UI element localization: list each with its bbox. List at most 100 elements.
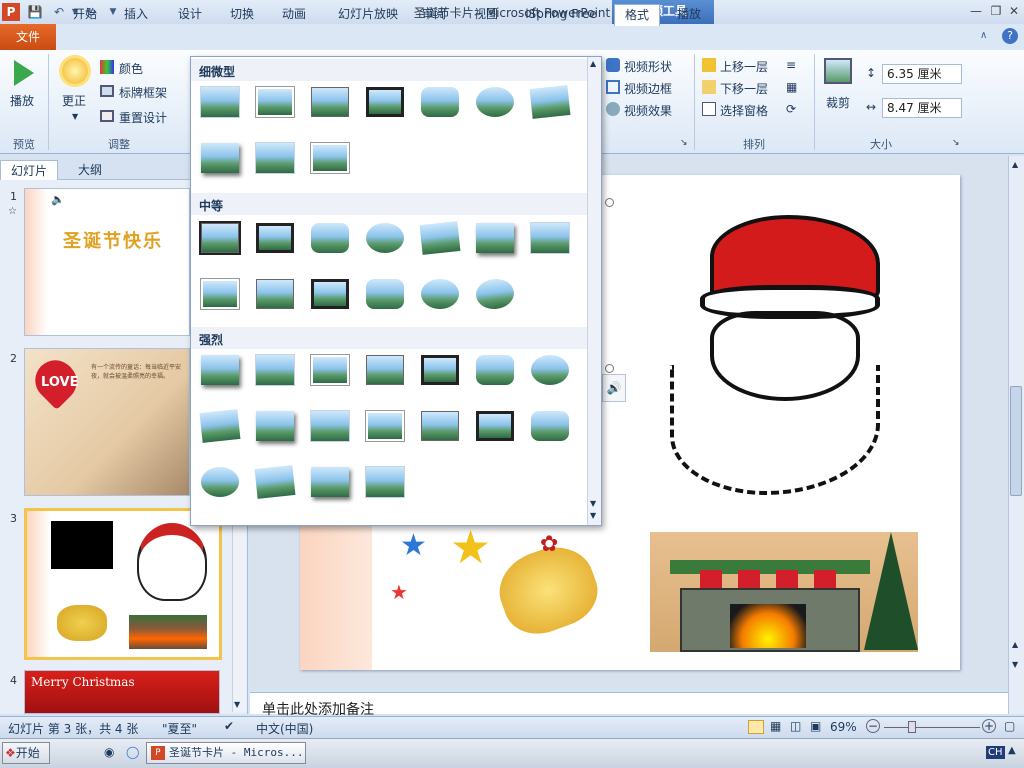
crop-icon[interactable] bbox=[824, 58, 852, 84]
explorer-icon[interactable]: ◉ bbox=[104, 745, 114, 759]
tab-slideshow[interactable]: 幻灯片放映 bbox=[326, 4, 410, 26]
group-objects-icon[interactable]: ▦ bbox=[786, 80, 797, 94]
poster-frame-button[interactable]: 标牌框架 bbox=[119, 84, 167, 101]
video-style-option[interactable] bbox=[256, 411, 294, 441]
video-style-option[interactable] bbox=[366, 355, 404, 385]
slide-thumbnail-1[interactable]: 圣诞节快乐 🔈 bbox=[24, 188, 190, 336]
video-style-option[interactable] bbox=[311, 87, 349, 117]
sorter-view-icon[interactable]: ▦ bbox=[770, 719, 781, 733]
video-style-option[interactable] bbox=[311, 411, 349, 441]
tab-playback[interactable]: 播放 bbox=[666, 4, 712, 26]
video-style-option[interactable] bbox=[201, 279, 239, 309]
gallery-more-icon[interactable]: ▼ bbox=[590, 511, 596, 520]
zoom-in-icon[interactable]: + bbox=[982, 719, 996, 733]
tab-transitions[interactable]: 切换 bbox=[220, 4, 264, 26]
video-border-button[interactable]: 视频边框 bbox=[624, 80, 672, 97]
video-style-option[interactable] bbox=[476, 87, 514, 117]
video-style-option[interactable] bbox=[201, 467, 239, 497]
tab-ispring[interactable]: iSpring Free bbox=[516, 4, 606, 26]
zoom-slider[interactable] bbox=[884, 727, 980, 728]
video-style-option[interactable] bbox=[254, 465, 296, 499]
close-icon[interactable]: ✕ bbox=[1004, 2, 1024, 20]
video-style-option[interactable] bbox=[421, 411, 459, 441]
video-style-option[interactable] bbox=[256, 143, 294, 173]
video-style-option[interactable] bbox=[531, 223, 569, 253]
video-style-option[interactable] bbox=[366, 87, 404, 117]
play-button[interactable]: 播放 bbox=[10, 92, 34, 109]
spellcheck-icon[interactable]: ✔ bbox=[224, 719, 234, 733]
scroll-up-icon[interactable]: ▲ bbox=[590, 59, 596, 68]
bring-forward-button[interactable]: 上移一层 bbox=[720, 58, 768, 75]
video-style-option[interactable] bbox=[474, 277, 516, 311]
scroll-up-icon[interactable]: ▲ bbox=[1012, 160, 1018, 169]
video-style-option[interactable] bbox=[419, 221, 461, 255]
ime-indicator[interactable]: CH bbox=[986, 746, 1005, 759]
help-icon[interactable]: ? bbox=[1002, 28, 1018, 44]
video-style-option[interactable] bbox=[256, 355, 294, 385]
slide-thumbnail-4[interactable]: Merry Christmas bbox=[24, 670, 220, 714]
video-style-option[interactable] bbox=[256, 223, 294, 253]
video-style-option[interactable] bbox=[529, 85, 571, 119]
tab-slides[interactable]: 幻灯片 bbox=[0, 160, 59, 180]
video-style-option[interactable] bbox=[201, 143, 239, 173]
video-style-option[interactable] bbox=[366, 411, 404, 441]
video-style-option[interactable] bbox=[311, 223, 349, 253]
tab-file[interactable]: 文件 bbox=[0, 24, 56, 50]
zoom-slider-thumb[interactable] bbox=[908, 721, 916, 733]
slideshow-view-icon[interactable]: ▣ bbox=[810, 719, 821, 733]
tray-expand-icon[interactable]: ▲ bbox=[1008, 745, 1016, 756]
fireplace-image[interactable] bbox=[650, 532, 918, 652]
video-style-option[interactable] bbox=[476, 223, 514, 253]
fit-window-icon[interactable]: ▢ bbox=[1004, 719, 1015, 733]
tab-home[interactable]: 开始 bbox=[64, 4, 106, 26]
send-backward-button[interactable]: 下移一层 bbox=[720, 80, 768, 97]
tab-design[interactable]: 设计 bbox=[168, 4, 212, 26]
gift-star-image[interactable]: ★ ★ ★ ✿ bbox=[390, 520, 607, 645]
size-dialog-launcher-icon[interactable]: ↘ bbox=[952, 138, 960, 148]
reset-design-button[interactable]: 重置设计 bbox=[119, 109, 167, 126]
santa-image[interactable] bbox=[650, 215, 920, 495]
zoom-out-icon[interactable]: − bbox=[866, 719, 880, 733]
video-style-option[interactable] bbox=[199, 221, 241, 255]
video-style-option[interactable] bbox=[201, 87, 239, 117]
restore-icon[interactable]: ❐ bbox=[986, 2, 1006, 20]
video-style-option[interactable] bbox=[256, 279, 294, 309]
dialog-launcher-icon[interactable]: ↘ bbox=[680, 138, 688, 148]
color-button[interactable]: 颜色 bbox=[119, 60, 143, 77]
scroll-thumb[interactable] bbox=[1010, 386, 1022, 496]
notes-pane[interactable]: 单击此处添加备注 bbox=[250, 692, 1008, 718]
sun-icon[interactable] bbox=[62, 58, 88, 84]
tab-outline[interactable]: 大纲 bbox=[68, 160, 112, 180]
tab-review[interactable]: 审阅 bbox=[414, 4, 454, 26]
scroll-down-icon[interactable]: ▼ bbox=[234, 700, 240, 709]
video-style-option[interactable] bbox=[201, 355, 239, 385]
video-style-option[interactable] bbox=[366, 467, 404, 497]
zoom-level[interactable]: 69% bbox=[830, 720, 857, 734]
minimize-icon[interactable]: — bbox=[966, 2, 986, 20]
video-effects-button[interactable]: 视频效果 bbox=[624, 102, 672, 119]
selection-pane-button[interactable]: 选择窗格 bbox=[720, 102, 768, 119]
gallery-scrollbar[interactable]: ▲ ▼ ▼ bbox=[587, 57, 601, 525]
width-input[interactable]: 8.47 厘米 bbox=[882, 98, 962, 118]
video-style-option[interactable] bbox=[366, 279, 404, 309]
start-button[interactable]: ❖开始 bbox=[2, 742, 50, 764]
selection-handle[interactable] bbox=[605, 198, 614, 207]
crop-button[interactable]: 裁剪 bbox=[826, 94, 850, 111]
video-style-option[interactable] bbox=[476, 355, 514, 385]
collapse-ribbon-icon[interactable]: ∧ bbox=[980, 30, 987, 41]
tab-insert[interactable]: 插入 bbox=[114, 4, 158, 26]
scroll-down-icon[interactable]: ▼ bbox=[590, 499, 596, 508]
selection-handle[interactable] bbox=[605, 364, 614, 373]
slide-thumbnail-3-selected[interactable] bbox=[24, 508, 222, 660]
video-style-option[interactable] bbox=[311, 467, 349, 497]
tab-animations[interactable]: 动画 bbox=[272, 4, 316, 26]
video-style-option[interactable] bbox=[311, 355, 349, 385]
tab-view[interactable]: 视图 bbox=[464, 4, 508, 26]
video-style-option[interactable] bbox=[366, 223, 404, 253]
video-style-option[interactable] bbox=[421, 279, 459, 309]
correct-button[interactable]: 更正 bbox=[62, 92, 86, 109]
normal-view-icon[interactable] bbox=[748, 720, 764, 734]
video-style-option[interactable] bbox=[421, 87, 459, 117]
video-shape-button[interactable]: 视频形状 bbox=[624, 58, 672, 75]
video-style-option[interactable] bbox=[531, 411, 569, 441]
